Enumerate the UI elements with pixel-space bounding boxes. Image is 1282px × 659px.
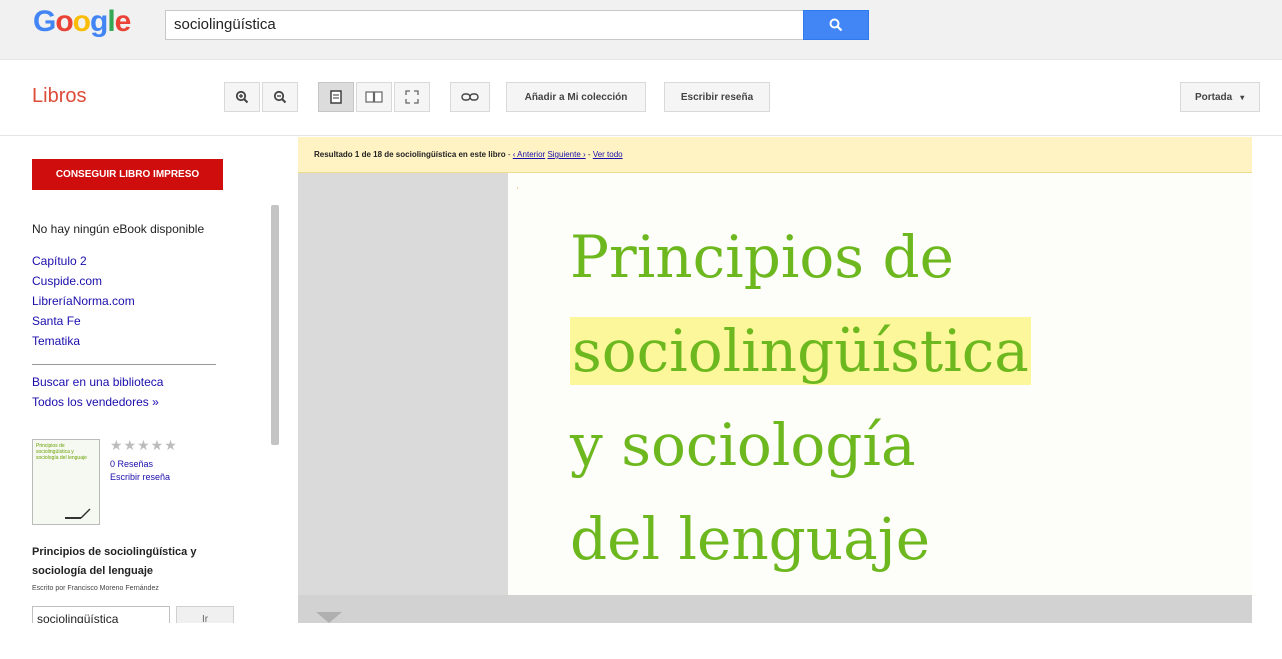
sidebar-scrollbar[interactable] xyxy=(271,205,279,445)
page-title-line-1: Principios de xyxy=(570,223,954,291)
page-title-line-2: sociolingüística xyxy=(570,317,1031,385)
previous-result-link[interactable]: ‹ Anterior xyxy=(513,150,545,159)
scroll-down-icon[interactable] xyxy=(316,612,342,623)
search-result-bar: Resultado 1 de 18 de sociolingüística en… xyxy=(298,137,1252,173)
book-author: Escrito por Francisco Moreno Fernández xyxy=(32,585,159,592)
fullscreen-icon xyxy=(405,90,419,104)
no-ebook-text: No hay ningún eBook disponible xyxy=(32,222,205,236)
search-icon xyxy=(829,18,843,32)
search-input[interactable]: sociolingüística xyxy=(165,10,804,40)
vendor-link[interactable]: Cuspide.com xyxy=(32,274,102,288)
book-page[interactable]: ˈ Principios de sociolingüística y socio… xyxy=(508,173,1252,595)
chevron-down-icon: ▾ xyxy=(1240,92,1245,102)
two-page-icon xyxy=(365,91,383,103)
link-button[interactable] xyxy=(450,82,490,112)
search-button[interactable] xyxy=(803,10,869,40)
books-toolbar: Libros Añadir a Mi colección Escribir re… xyxy=(0,60,1282,136)
vendor-link[interactable]: Capítulo 2 xyxy=(32,254,87,268)
buy-print-book-button[interactable]: CONSEGUIR LIBRO IMPRESO xyxy=(32,159,223,190)
cover-title: Principios de sociolingüística y sociolo… xyxy=(36,443,87,461)
zoom-in-button[interactable] xyxy=(224,82,260,112)
link-icon xyxy=(461,93,479,101)
book-cover-thumbnail[interactable]: Principios de sociolingüística y sociolo… xyxy=(32,439,100,525)
vendor-link[interactable]: Tematika xyxy=(32,334,80,348)
single-page-view-button[interactable] xyxy=(318,82,354,112)
next-result-link[interactable]: Siguiente › xyxy=(547,150,585,159)
write-review-link[interactable]: Escribir reseña xyxy=(110,472,170,482)
book-title: Principios de sociolingüística y sociolo… xyxy=(32,546,197,577)
page-title-line-3: y sociología xyxy=(570,411,916,479)
zoom-out-icon xyxy=(273,90,287,104)
all-sellers-link[interactable]: Todos los vendedores » xyxy=(32,395,159,409)
book-sidebar: CONSEGUIR LIBRO IMPRESO No hay ningún eB… xyxy=(0,137,296,623)
rating-stars[interactable]: ★★★★★ xyxy=(110,437,178,454)
add-to-collection-button[interactable]: Añadir a Mi colección xyxy=(506,82,646,112)
page-title-line-4: del lenguaje xyxy=(570,505,931,573)
in-book-search-input[interactable]: sociolingüística xyxy=(32,606,170,623)
zoom-in-icon xyxy=(235,90,249,104)
viewer-footer xyxy=(298,595,1252,623)
fullscreen-button[interactable] xyxy=(394,82,430,112)
page-mark: ˈ xyxy=(516,187,520,198)
reviews-count-link[interactable]: 0 Reseñas xyxy=(110,459,153,469)
write-review-button[interactable]: Escribir reseña xyxy=(664,82,770,112)
view-select-value: Portada xyxy=(1195,91,1233,103)
find-in-library-link[interactable]: Buscar en una biblioteca xyxy=(32,375,163,389)
view-all-link[interactable]: Ver todo xyxy=(593,150,623,159)
single-page-icon xyxy=(330,90,342,104)
search-highlight: sociolingüística xyxy=(570,317,1031,385)
two-page-view-button[interactable] xyxy=(356,82,392,112)
page-title[interactable]: Libros xyxy=(32,85,86,108)
view-select[interactable]: Portada ▾ xyxy=(1180,82,1260,112)
zoom-out-button[interactable] xyxy=(262,82,298,112)
cover-pen-icon xyxy=(65,508,91,519)
vendor-link[interactable]: Santa Fe xyxy=(32,314,81,328)
google-logo[interactable]: Google xyxy=(33,5,131,39)
google-header: Google sociolingüística xyxy=(0,0,1282,60)
vendor-link[interactable]: LibreríaNorma.com xyxy=(32,294,135,308)
result-text: Resultado 1 de 18 de sociolingüística en… xyxy=(314,150,506,159)
in-book-search-button[interactable]: Ir xyxy=(176,606,234,623)
divider xyxy=(32,364,216,365)
book-viewer[interactable]: ˈ Principios de sociolingüística y socio… xyxy=(298,173,1252,623)
